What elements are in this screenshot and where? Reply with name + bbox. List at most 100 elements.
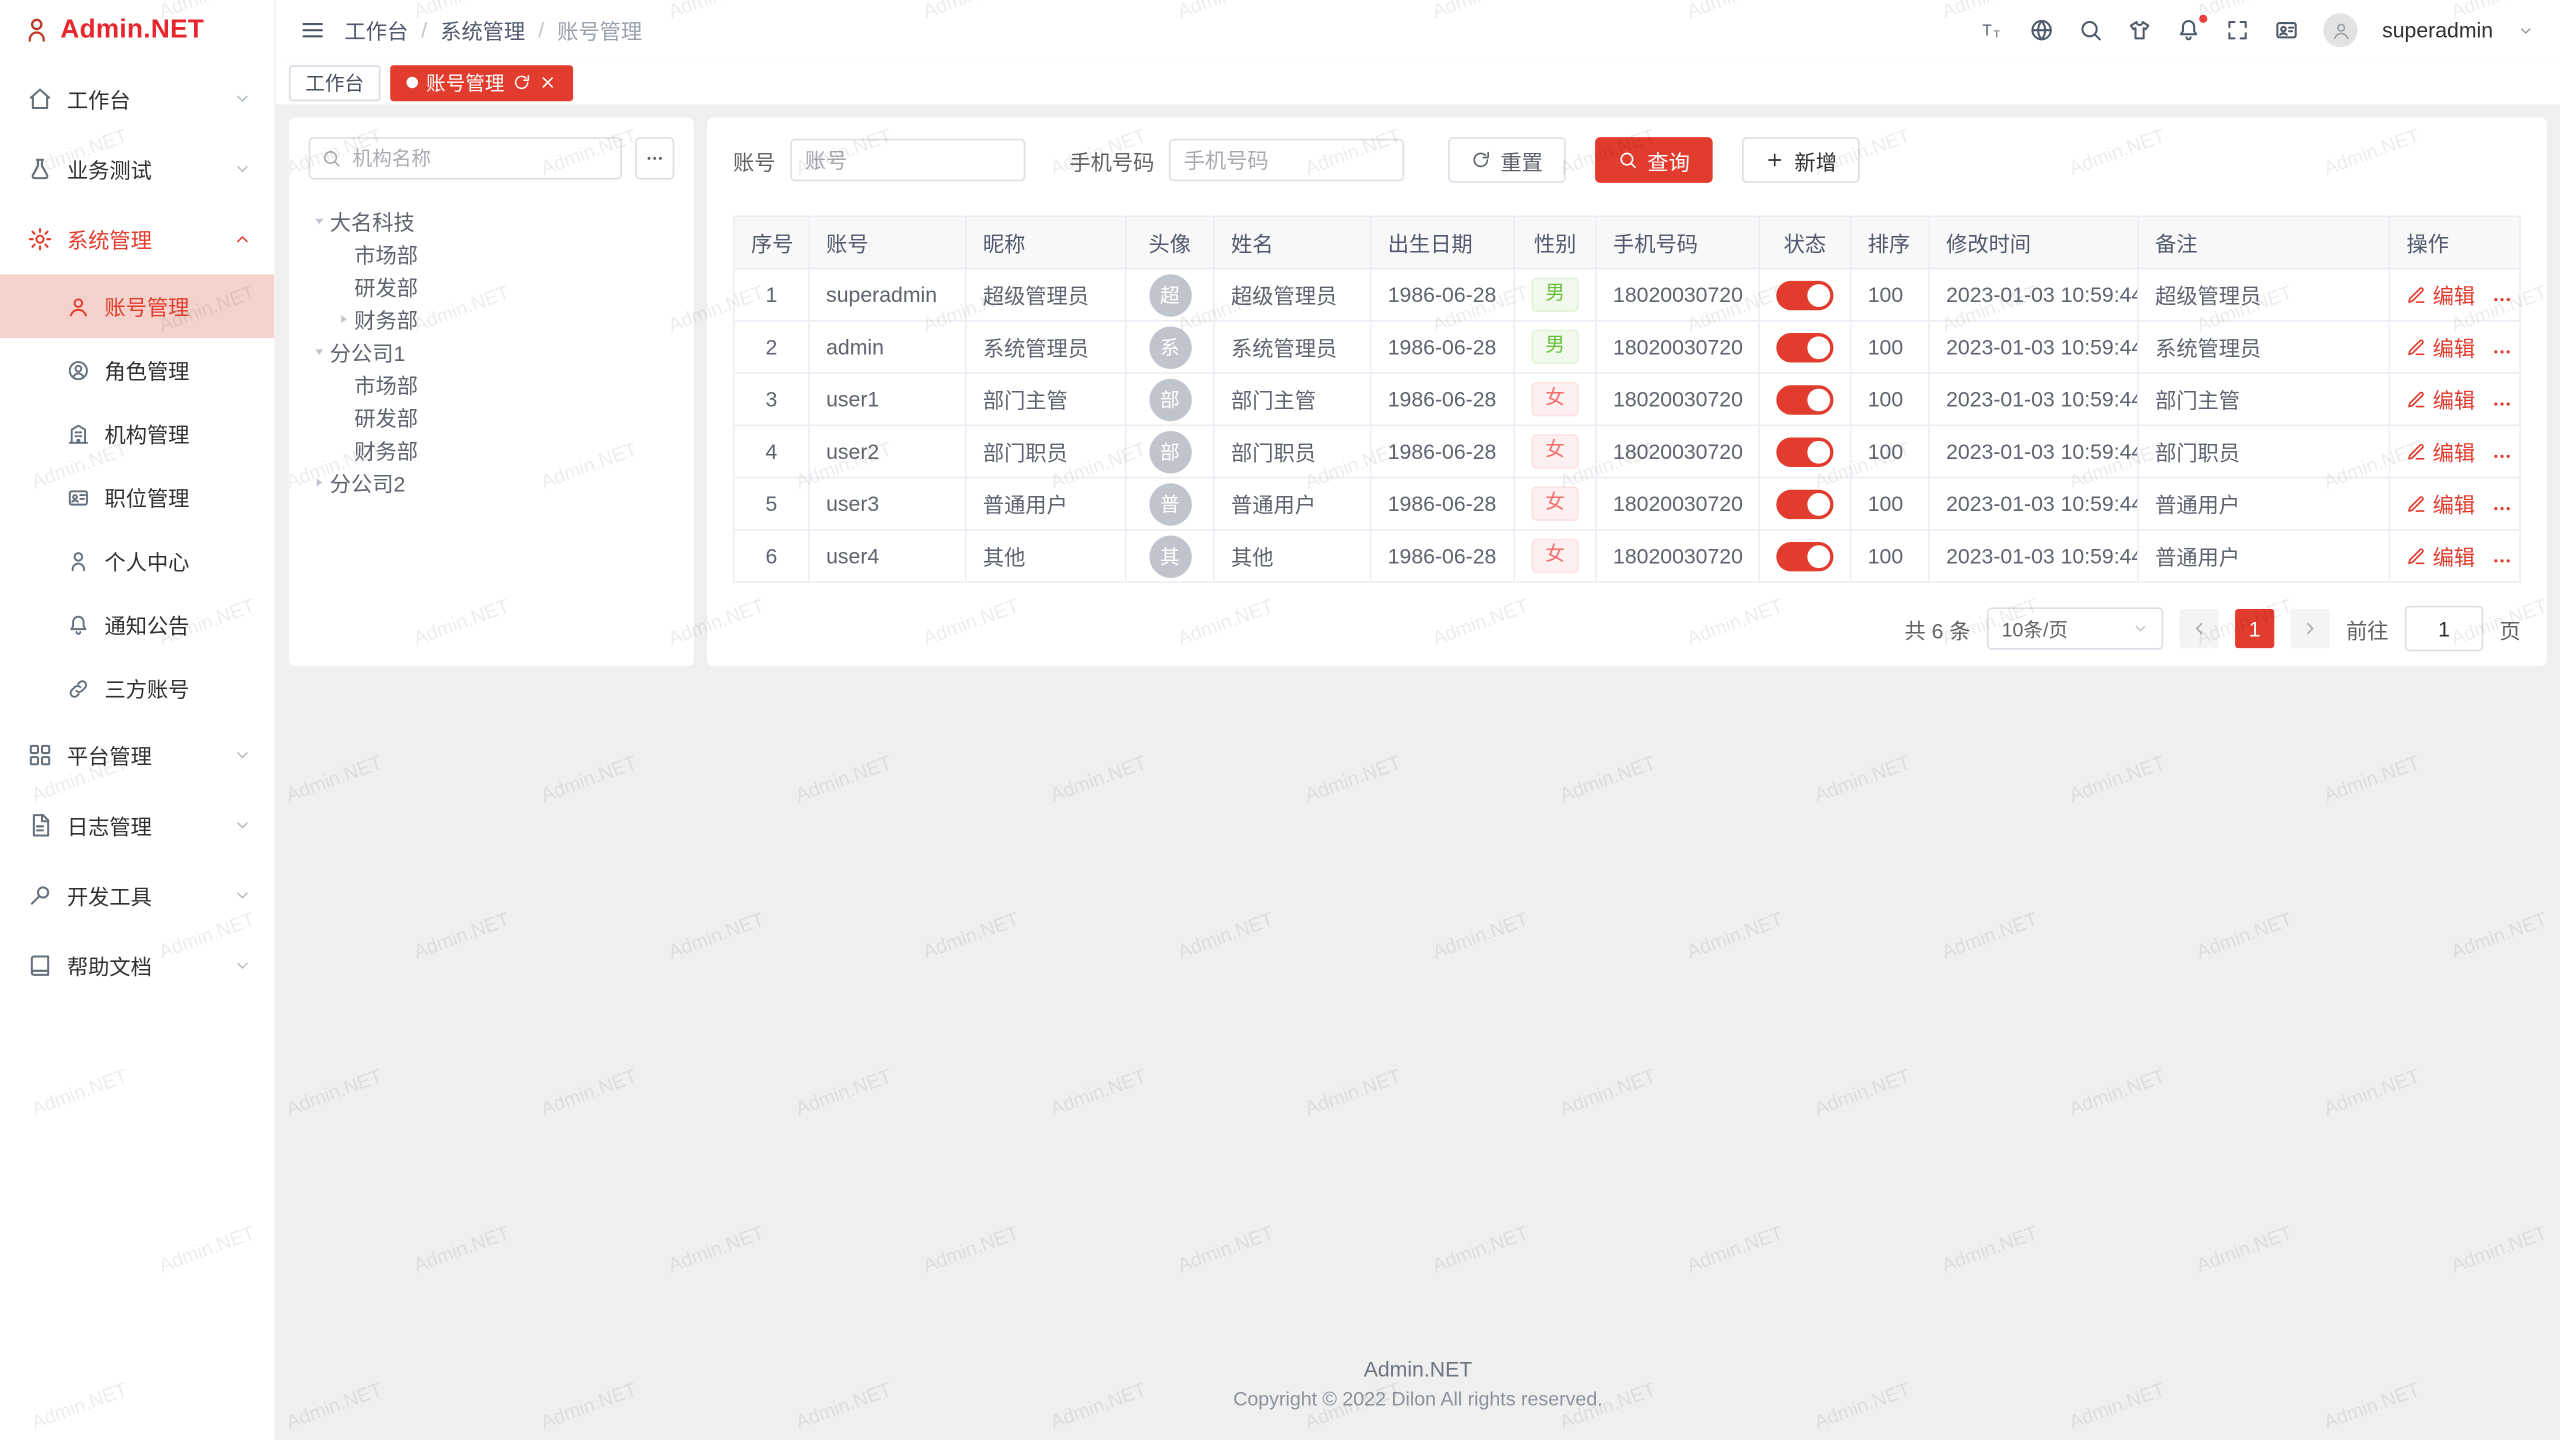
theme-icon[interactable]: [2127, 18, 2151, 42]
sidebar-item-notice[interactable]: 通知公告: [0, 593, 274, 657]
edit-label: 编辑: [2433, 331, 2475, 362]
goto-label: 前往: [2346, 613, 2388, 644]
sidebar-item-label: 开发工具: [67, 880, 219, 911]
tree-node[interactable]: 研发部: [309, 269, 675, 302]
status-toggle[interactable]: [1776, 332, 1833, 361]
link-icon: [67, 677, 90, 700]
tree-node[interactable]: 分公司2: [309, 465, 675, 498]
logo-icon: [23, 16, 51, 44]
tab-account-mgmt[interactable]: 账号管理: [390, 64, 573, 100]
tree-node[interactable]: 市场部: [309, 237, 675, 270]
username[interactable]: superadmin: [2382, 18, 2493, 42]
order-cell: 100: [1851, 478, 1929, 530]
font-size-icon[interactable]: TT: [1981, 18, 2005, 42]
chevron-down-icon: [233, 746, 251, 764]
sidebar-item-platform-mgmt[interactable]: 平台管理: [0, 720, 274, 790]
sidebar-item-role-mgmt[interactable]: 角色管理: [0, 338, 274, 402]
edit-button[interactable]: 编辑: [2407, 436, 2476, 467]
row-more-button[interactable]: [2491, 393, 2512, 414]
tree-node[interactable]: 研发部: [309, 400, 675, 433]
tab-close-icon[interactable]: [539, 73, 557, 91]
reset-button[interactable]: 重置: [1448, 137, 1566, 183]
reset-label: 重置: [1500, 144, 1542, 175]
toggle-knob: [1807, 388, 1830, 411]
caret-right-icon[interactable]: [309, 474, 330, 489]
user-avatar[interactable]: [2323, 13, 2357, 47]
tab-workbench[interactable]: 工作台: [289, 64, 380, 100]
breadcrumb-item-workbench[interactable]: 工作台: [344, 15, 408, 46]
table-row: 2admin系统管理员系系统管理员1986-06-28男180200307201…: [734, 321, 2520, 373]
notification-bell-icon[interactable]: [2176, 18, 2200, 42]
modified-cell: 2023-01-03 10:59:44: [1929, 530, 2138, 582]
order-cell: 100: [1851, 373, 1929, 425]
prev-page-button[interactable]: [2180, 609, 2219, 648]
index-cell: 6: [734, 530, 809, 582]
org-search-input[interactable]: [349, 145, 609, 171]
gender-badge: 男: [1532, 278, 1578, 312]
table-row: 5user3普通用户普普通用户1986-06-28女18020030720100…: [734, 478, 2520, 530]
edit-button[interactable]: 编辑: [2407, 488, 2476, 519]
column-header: 出生日期: [1371, 216, 1515, 268]
caret-down-icon[interactable]: [309, 344, 330, 359]
row-more-button[interactable]: [2491, 341, 2512, 362]
add-label: 新增: [1794, 144, 1836, 175]
edit-button[interactable]: 编辑: [2407, 540, 2476, 571]
remark-cell: 部门主管: [2138, 373, 2389, 425]
sidebar-item-system-admin[interactable]: 系统管理: [0, 204, 274, 274]
tree-node[interactable]: 市场部: [309, 367, 675, 400]
next-page-button[interactable]: [2291, 609, 2330, 648]
edit-icon: [2407, 285, 2427, 305]
sidebar-item-position-mgmt[interactable]: 职位管理: [0, 465, 274, 529]
org-more-button[interactable]: [635, 137, 674, 179]
status-toggle[interactable]: [1776, 437, 1833, 466]
person-icon: [67, 549, 90, 572]
page-1-button[interactable]: 1: [2235, 609, 2274, 648]
sidebar-item-help-docs[interactable]: 帮助文档: [0, 931, 274, 1001]
tree-node[interactable]: 财务部: [309, 433, 675, 466]
breadcrumb-item-system[interactable]: 系统管理: [440, 15, 525, 46]
row-more-button[interactable]: [2491, 549, 2512, 570]
row-more-button[interactable]: [2491, 288, 2512, 309]
tree-node-label: 大名科技: [330, 205, 415, 236]
goto-page-input[interactable]: [2405, 606, 2483, 652]
sidebar-item-log-mgmt[interactable]: 日志管理: [0, 790, 274, 860]
edit-button[interactable]: 编辑: [2407, 331, 2476, 362]
language-icon[interactable]: [2029, 18, 2053, 42]
edit-button[interactable]: 编辑: [2407, 279, 2476, 310]
breadcrumb: 工作台 / 系统管理 / 账号管理: [344, 15, 642, 46]
caret-right-icon[interactable]: [333, 311, 354, 326]
add-button[interactable]: 新增: [1742, 137, 1860, 183]
sidebar-item-org-mgmt[interactable]: 机构管理: [0, 402, 274, 466]
status-toggle[interactable]: [1776, 280, 1833, 309]
status-toggle[interactable]: [1776, 489, 1833, 518]
sidebar-item-third-account[interactable]: 三方账号: [0, 656, 274, 720]
sidebar-item-account-mgmt[interactable]: 账号管理: [0, 274, 274, 338]
phone-cell: 18020030720: [1596, 321, 1759, 373]
row-more-button[interactable]: [2491, 497, 2512, 518]
chevron-down-icon: [233, 957, 251, 975]
page-size-select[interactable]: 10条/页: [1987, 607, 2163, 649]
gender-badge: 女: [1532, 382, 1578, 416]
status-toggle[interactable]: [1776, 384, 1833, 413]
tab-refresh-icon[interactable]: [513, 73, 531, 91]
sidebar-item-dev-tools[interactable]: 开发工具: [0, 860, 274, 930]
tree-node[interactable]: 大名科技: [309, 204, 675, 237]
collapse-menu-icon[interactable]: [300, 18, 324, 42]
fullscreen-icon[interactable]: [2225, 18, 2249, 42]
account-filter-input[interactable]: [790, 139, 1025, 181]
status-toggle[interactable]: [1776, 541, 1833, 570]
tab-label: 账号管理: [426, 69, 504, 97]
caret-down-icon[interactable]: [309, 213, 330, 228]
edit-button[interactable]: 编辑: [2407, 384, 2476, 415]
phone-filter-input[interactable]: [1169, 139, 1404, 181]
user-panel-icon[interactable]: [2274, 18, 2298, 42]
main-column: 工作台 / 系统管理 / 账号管理 TT superadmin 工作台: [276, 0, 2560, 1440]
sidebar-item-business-test[interactable]: 业务测试: [0, 134, 274, 204]
sidebar-item-workbench[interactable]: 工作台: [0, 64, 274, 134]
sidebar-item-personal-center[interactable]: 个人中心: [0, 529, 274, 593]
tree-node[interactable]: 分公司1: [309, 335, 675, 368]
row-more-button[interactable]: [2491, 445, 2512, 466]
query-button[interactable]: 查询: [1595, 137, 1713, 183]
search-icon[interactable]: [2078, 18, 2102, 42]
tree-node[interactable]: 财务部: [309, 302, 675, 335]
